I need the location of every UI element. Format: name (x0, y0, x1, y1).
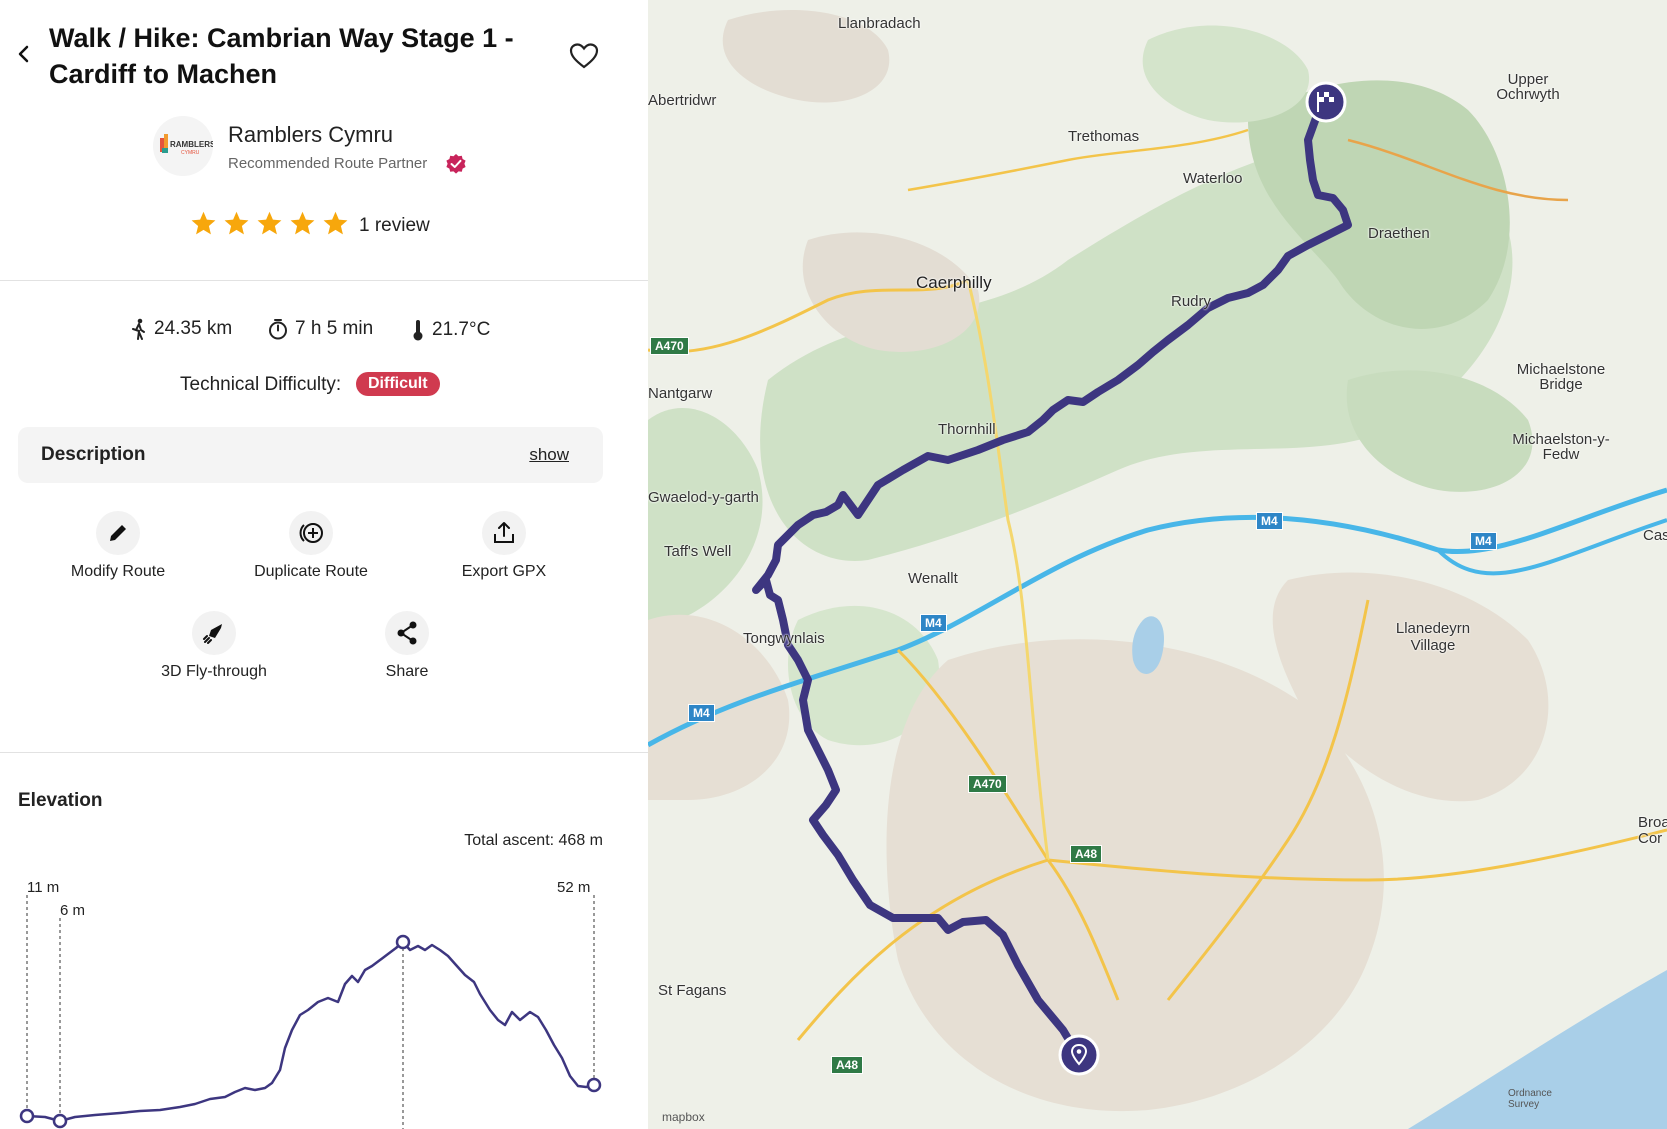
ordnance-survey-attribution: Ordnance Survey (1508, 1088, 1552, 1110)
map-label: Michaelston-y-Fedw (1512, 431, 1610, 463)
action-label: Duplicate Route (254, 563, 368, 580)
map-canvas (648, 0, 1667, 1129)
motorway-shield: M4 (920, 614, 947, 632)
motorway-shield: M4 (1470, 532, 1497, 550)
svg-text:CYMRU: CYMRU (181, 150, 200, 156)
route-detail-panel: Walk / Hike: Cambrian Way Stage 1 - Card… (0, 0, 648, 1129)
difficulty-label: Technical Difficulty: (180, 374, 342, 395)
map-label: Upper Ochrwyth (1496, 71, 1560, 103)
temperature-stat: 21.7°C (410, 318, 490, 342)
min-point (52, 1113, 68, 1129)
distance-value: 24.35 km (154, 318, 233, 339)
heart-icon (569, 43, 599, 69)
map-label: Wenallt (908, 570, 958, 587)
map-label: Michaelstone Bridge (1516, 361, 1606, 393)
map-label: Llanedeyrn Village (1395, 620, 1471, 654)
map-label: Trethomas (1068, 128, 1140, 145)
map-label: Broad Cor (1638, 814, 1667, 847)
duplicate-route-button[interactable]: Duplicate Route (226, 511, 396, 581)
total-ascent: Total ascent: 468 m (464, 832, 603, 849)
thermometer-icon (413, 320, 423, 341)
export-gpx-button[interactable]: Export GPX (419, 511, 589, 581)
review-count-link[interactable]: 1 review (359, 215, 430, 237)
svg-text:RAMBLERS: RAMBLERS (170, 140, 213, 149)
star-icon (257, 211, 282, 235)
chevron-left-icon (18, 45, 29, 63)
action-label: Modify Route (70, 563, 166, 580)
author-name[interactable]: Ramblers Cymru (228, 122, 393, 148)
mapbox-attribution[interactable]: mapbox (662, 1110, 705, 1124)
map-label: St Fagans (658, 982, 727, 999)
map-label: Llanbradach (838, 15, 921, 32)
modify-route-button[interactable]: Modify Route (33, 511, 203, 581)
map-label: Gwaelod-y-garth (648, 489, 759, 506)
route-map[interactable]: Llanbradach Abertridwr Trethomas Waterlo… (648, 0, 1667, 1129)
finish-flag-marker[interactable] (1304, 80, 1348, 124)
stopwatch-icon (269, 319, 287, 340)
back-button[interactable] (14, 44, 34, 64)
author-avatar[interactable]: RAMBLERS CYMRU (153, 116, 216, 176)
description-show-link[interactable]: show (529, 445, 569, 465)
rating-stars (190, 210, 349, 237)
duration-value: 7 h 5 min (295, 318, 374, 339)
fly-through-button[interactable]: 3D Fly-through (129, 611, 299, 681)
star-icon (323, 211, 348, 235)
share-icon (397, 621, 417, 645)
favorite-button[interactable] (568, 40, 600, 72)
divider (0, 752, 648, 753)
share-button[interactable]: Share (322, 611, 492, 681)
road-shield: A48 (831, 1056, 864, 1074)
rocket-icon (203, 624, 222, 644)
road-shield: A470 (968, 775, 1007, 793)
map-label: Draethen (1368, 225, 1430, 242)
description-title: Description (41, 444, 146, 465)
star-icon (191, 211, 216, 235)
pencil-icon (110, 525, 126, 541)
star-icon (224, 211, 249, 235)
map-label: Nantgarw (648, 385, 713, 402)
end-point (586, 1077, 602, 1093)
action-label: Export GPX (461, 563, 547, 580)
map-label: Caerphilly (916, 273, 992, 292)
walking-person-icon (132, 318, 145, 340)
map-label: Thornhill (938, 421, 996, 438)
map-label: Rudry (1171, 293, 1212, 310)
elevation-line (26, 940, 595, 1123)
start-location-marker[interactable] (1057, 1033, 1101, 1077)
map-label: Cas (1643, 527, 1667, 544)
motorway-shield: M4 (688, 704, 715, 722)
description-section[interactable]: Description show (18, 427, 603, 483)
route-title: Walk / Hike: Cambrian Way Stage 1 - Card… (49, 23, 514, 89)
road-shield: A470 (650, 337, 689, 355)
export-icon (494, 522, 514, 543)
distance-stat: 24.35 km (130, 318, 232, 340)
map-label: Tongwynlais (743, 630, 825, 647)
duplicate-icon (299, 523, 323, 543)
star-icon (290, 211, 315, 235)
partner-badge-text: Recommended Route Partner (228, 155, 428, 172)
elevation-profile-chart[interactable] (0, 870, 648, 1129)
map-label: Taff's Well (664, 543, 732, 560)
elevation-title: Elevation (18, 790, 103, 811)
max-point (395, 934, 411, 950)
action-label: 3D Fly-through (161, 663, 267, 680)
start-point (19, 1108, 35, 1124)
difficulty-badge: Difficult (356, 372, 440, 396)
motorway-shield: M4 (1256, 512, 1283, 530)
divider (0, 280, 648, 281)
ramblers-logo: RAMBLERS CYMRU (160, 134, 216, 156)
map-label: Waterloo (1183, 170, 1243, 187)
road-shield: A48 (1070, 845, 1103, 863)
verified-icon (446, 154, 466, 174)
temperature-value: 21.7°C (432, 319, 491, 340)
duration-stat: 7 h 5 min (267, 318, 373, 340)
map-label: Abertridwr (648, 92, 717, 109)
action-label: Share (385, 663, 429, 680)
